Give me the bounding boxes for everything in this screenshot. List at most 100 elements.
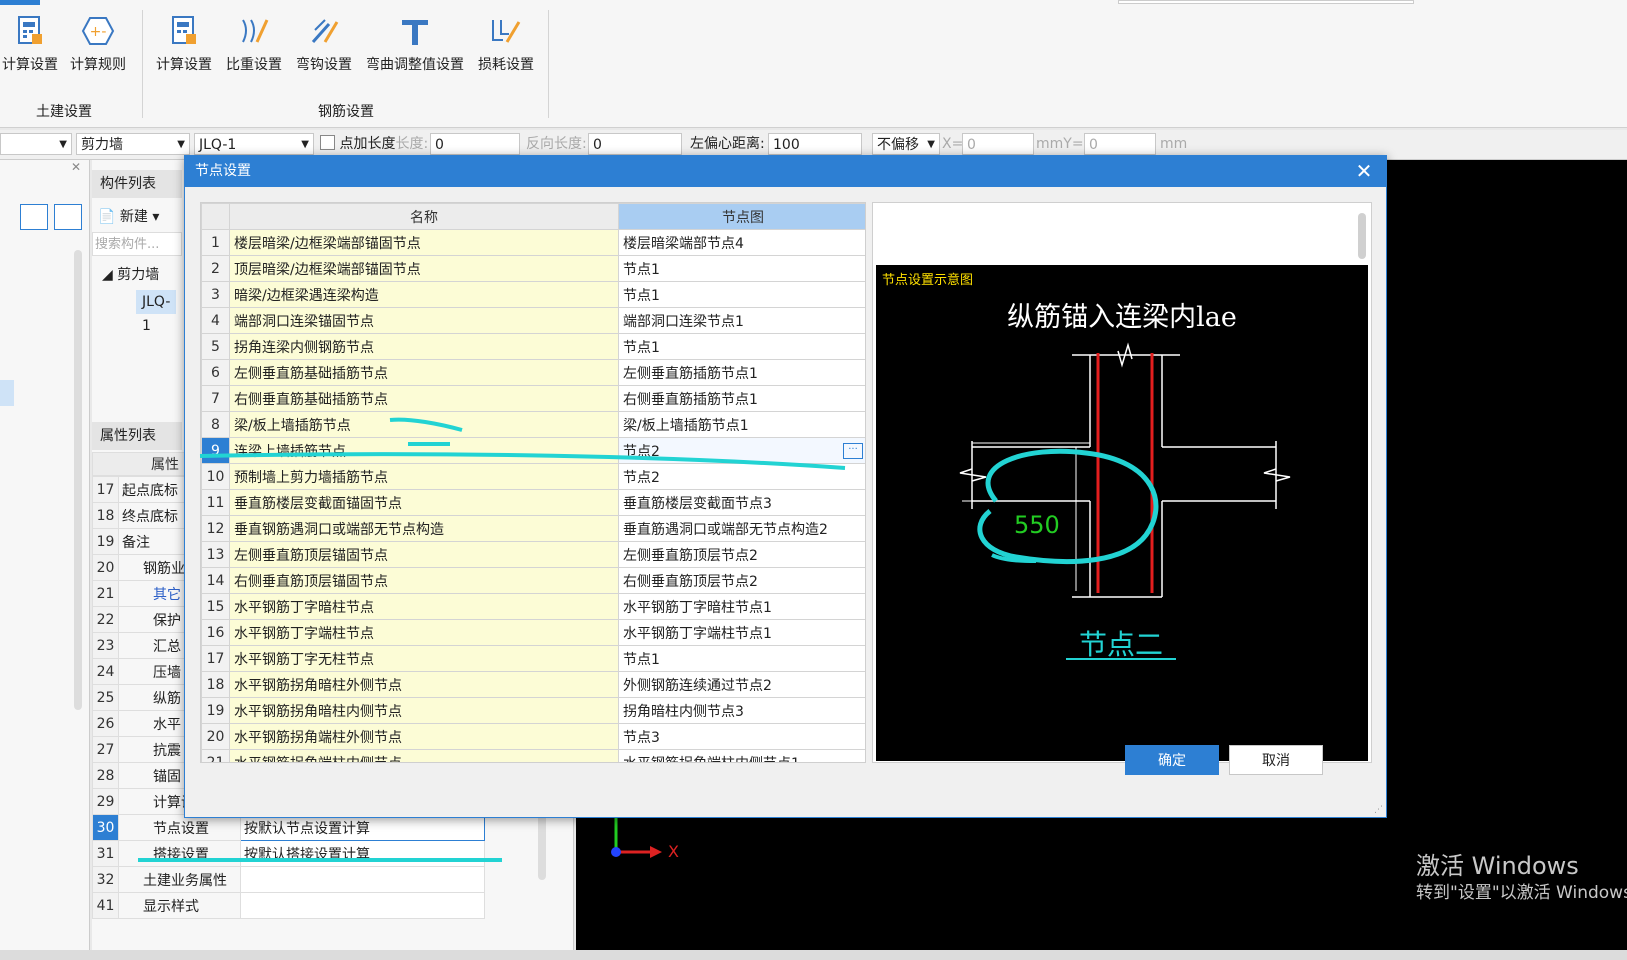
tree-root-剪力墙[interactable]: ◢ 剪力墙 — [102, 264, 159, 284]
resize-grip-icon[interactable]: ⋰ — [1374, 805, 1384, 815]
node-value-cell[interactable]: 水平钢筋拐角端柱内侧节点1 — [618, 749, 865, 762]
node-row[interactable]: 12 垂直钢筋遇洞口或端部无节点构造 垂直筋遇洞口或端部无节点构造2 — [201, 515, 865, 542]
node-row[interactable]: 16 水平钢筋丁字端柱节点 水平钢筋丁字端柱节点1 — [201, 619, 865, 646]
bend-adjust-button[interactable]: 弯曲调整值设置 — [362, 0, 468, 74]
node-row[interactable]: 11 垂直筋楼层变截面锚固节点 垂直筋楼层变截面节点3 — [201, 489, 865, 516]
close-icon[interactable]: ✕ — [1352, 156, 1376, 187]
node-row[interactable]: 14 右侧垂直筋顶层锚固节点 右侧垂直筋顶层节点2 — [201, 567, 865, 594]
node-row[interactable]: 3 暗梁/边框梁遇连梁构造 节点1 — [201, 281, 865, 308]
grid-view-icon[interactable] — [54, 204, 82, 230]
node-value-cell[interactable]: 右侧垂直筋顶层节点2 — [618, 567, 865, 594]
name-column-header[interactable]: 名称 — [229, 203, 619, 230]
property-value[interactable] — [240, 892, 485, 919]
property-row-number: 21 — [92, 580, 119, 607]
node-value-cell[interactable]: 节点2 — [618, 463, 865, 490]
nav-selection[interactable] — [0, 380, 14, 406]
add-length-checkbox-wrap[interactable]: 点加长度长度: — [320, 133, 428, 155]
node-value-cell[interactable]: 左侧垂直筋插筋节点1 — [618, 359, 865, 386]
node-row[interactable]: 19 水平钢筋拐角暗柱内侧节点 拐角暗柱内侧节点3 — [201, 697, 865, 724]
property-row[interactable]: 30 节点设置 按默认节点设置计算 — [92, 814, 485, 841]
node-value-cell[interactable]: 节点1 — [618, 255, 865, 282]
node-name-cell: 楼层暗梁/边框梁端部锚固节点 — [229, 229, 619, 256]
property-list-tab[interactable]: 属性列表 — [92, 422, 182, 450]
offset-input[interactable]: 100 — [768, 133, 862, 155]
property-value[interactable]: 按默认搭接设置计算 — [240, 840, 485, 867]
node-row[interactable]: 1 楼层暗梁/边框梁端部锚固节点 楼层暗梁端部节点4 — [201, 229, 865, 256]
property-row[interactable]: 41 显示样式 — [92, 892, 485, 919]
component-select[interactable]: JLQ-1 ▼ — [194, 133, 314, 155]
status-bar — [0, 950, 1627, 960]
node-row[interactable]: 6 左侧垂直筋基础插筋节点 左侧垂直筋插筋节点1 — [201, 359, 865, 386]
layer-select[interactable]: ▼ — [0, 133, 72, 155]
node-value-cell[interactable]: 节点1 — [618, 281, 865, 308]
search-box[interactable] — [1118, 0, 1414, 4]
add-length-checkbox[interactable] — [320, 135, 335, 150]
expand-icon[interactable]: ◢ — [102, 267, 113, 283]
node-value-cell[interactable]: 右侧垂直筋插筋节点1 — [618, 385, 865, 412]
node-table: 名称 节点图 1 楼层暗梁/边框梁端部锚固节点 楼层暗梁端部节点4 2 顶层暗梁/边框梁… — [201, 203, 865, 762]
node-value-cell[interactable]: 端部洞口连梁节点1 — [618, 307, 865, 334]
scrollbar[interactable] — [74, 250, 82, 710]
property-row[interactable]: 31 搭接设置 按默认搭接设置计算 — [92, 840, 485, 867]
node-value-cell[interactable]: 楼层暗梁端部节点4 — [618, 229, 865, 256]
civil-calc-settings-button[interactable]: 计算设置 — [0, 0, 60, 74]
list-view-icon[interactable] — [20, 204, 48, 230]
node-row[interactable]: 4 端部洞口连梁锚固节点 端部洞口连梁节点1 — [201, 307, 865, 334]
search-component-input[interactable]: 搜索构件... — [92, 232, 182, 256]
reverse-length-input[interactable]: 0 — [588, 133, 682, 155]
tree-item-jlq-1[interactable]: JLQ-1 — [136, 290, 176, 334]
node-value-cell[interactable]: 水平钢筋丁字暗柱节点1 — [618, 593, 865, 620]
node-row[interactable]: 2 顶层暗梁/边框梁端部锚固节点 节点1 — [201, 255, 865, 282]
node-value-cell[interactable]: 外侧钢筋连续通过节点2 — [618, 671, 865, 698]
node-row[interactable]: 20 水平钢筋拐角端柱外侧节点 节点3 — [201, 723, 865, 750]
node-row[interactable]: 18 水平钢筋拐角暗柱外侧节点 外侧钢筋连续通过节点2 — [201, 671, 865, 698]
node-value-cell[interactable]: 拐角暗柱内侧节点3 — [618, 697, 865, 724]
property-value[interactable] — [240, 866, 485, 893]
hook-settings-button[interactable]: 弯钩设置 — [292, 0, 356, 74]
node-value-cell[interactable]: 垂直筋楼层变截面节点3 — [618, 489, 865, 516]
loss-settings-button[interactable]: 损耗设置 — [474, 0, 538, 74]
node-value-label: 左侧垂直筋顶层节点2 — [623, 547, 758, 564]
property-row-number: 31 — [92, 840, 119, 867]
more-options-icon[interactable]: ··· — [843, 443, 863, 459]
offset-mode-select[interactable]: 不偏移 ▼ — [872, 133, 940, 155]
node-row[interactable]: 15 水平钢筋丁字暗柱节点 水平钢筋丁字暗柱节点1 — [201, 593, 865, 620]
length-input[interactable]: 0 — [430, 133, 520, 155]
node-row[interactable]: 10 预制墙上剪力墙插筋节点 节点2 — [201, 463, 865, 490]
close-icon[interactable]: ✕ — [66, 160, 86, 178]
node-row[interactable]: 9 连梁上墙插筋节点 节点2 ··· — [201, 437, 865, 464]
node-row[interactable]: 21水平钢筋拐角端柱内侧节点水平钢筋拐角端柱内侧节点1 — [201, 749, 865, 762]
node-value-cell[interactable]: 节点1 — [618, 645, 865, 672]
type-select-value: 剪力墙 — [81, 137, 123, 153]
node-row[interactable]: 17 水平钢筋丁字无柱节点 节点1 — [201, 645, 865, 672]
node-row[interactable]: 5 拐角连梁内侧钢筋节点 节点1 — [201, 333, 865, 360]
node-column-header[interactable]: 节点图 — [618, 203, 865, 230]
scrollbar[interactable] — [1358, 213, 1366, 259]
civil-calc-rules-label: 计算规则 — [70, 57, 126, 73]
new-component-button[interactable]: 📄 新建 ▾ — [98, 204, 178, 230]
property-row[interactable]: 32 土建业务属性 — [92, 866, 485, 893]
axis-x-label: X — [668, 842, 679, 861]
node-value-cell[interactable]: 梁/板上墙插筋节点1 — [618, 411, 865, 438]
node-value-cell[interactable]: 节点1 — [618, 333, 865, 360]
node-value-cell[interactable]: 水平钢筋丁字端柱节点1 — [618, 619, 865, 646]
type-select[interactable]: 剪力墙 ▼ — [76, 133, 190, 155]
cancel-button[interactable]: 取消 — [1229, 745, 1323, 775]
x-input[interactable]: 0 — [962, 133, 1034, 155]
civil-calc-rules-button[interactable]: +- 计算规则 — [66, 0, 130, 74]
node-value-cell[interactable]: 节点2 ··· — [618, 437, 865, 464]
node-value-cell[interactable]: 左侧垂直筋顶层节点2 — [618, 541, 865, 568]
rebar-calc-settings-button[interactable]: 计算设置 — [152, 0, 216, 74]
node-row[interactable]: 8 梁/板上墙插筋节点 梁/板上墙插筋节点1 — [201, 411, 865, 438]
ok-button[interactable]: 确定 — [1125, 745, 1219, 775]
node-value-cell[interactable]: 节点3 — [618, 723, 865, 750]
property-value[interactable]: 按默认节点设置计算 — [240, 814, 485, 841]
node-row[interactable]: 13 左侧垂直筋顶层锚固节点 左侧垂直筋顶层节点2 — [201, 541, 865, 568]
node-value-cell[interactable]: 垂直筋遇洞口或端部无节点构造2 — [618, 515, 865, 542]
component-list-tab[interactable]: 构件列表 — [92, 170, 182, 198]
chevron-down-icon: ▼ — [59, 139, 67, 150]
node-row[interactable]: 7 右侧垂直筋基础插筋节点 右侧垂直筋插筋节点1 — [201, 385, 865, 412]
weight-settings-button[interactable]: 比重设置 — [222, 0, 286, 74]
y-input[interactable]: 0 — [1084, 133, 1156, 155]
node-name-cell: 端部洞口连梁锚固节点 — [229, 307, 619, 334]
